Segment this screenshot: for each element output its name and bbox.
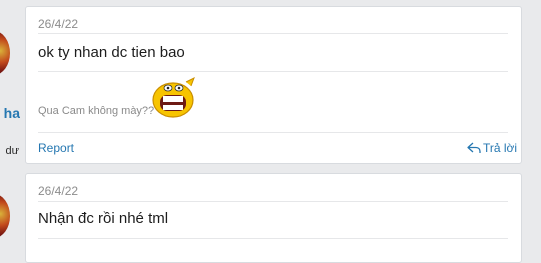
report-link[interactable]: Report — [38, 141, 74, 155]
laughing-face-icon — [152, 76, 195, 118]
post-author-column: ha dư — [0, 0, 24, 170]
signature: Qua Cam không mày?? — [38, 105, 155, 117]
divider — [38, 33, 508, 34]
page-margin — [524, 0, 541, 250]
author-name[interactable]: ha — [0, 105, 20, 121]
reply-button[interactable]: Trả lời — [467, 141, 517, 155]
post-date[interactable]: 26/4/22 — [38, 184, 78, 198]
post-body: Nhận đc rồi nhé tml — [38, 210, 169, 227]
signature-divider — [38, 238, 508, 239]
post-body: ok ty nhan dc tien bao — [38, 44, 185, 61]
avatar[interactable] — [0, 194, 10, 238]
footer-divider — [38, 132, 508, 133]
author-title: dư — [5, 145, 19, 157]
reply-label: Trả lời — [483, 141, 518, 155]
divider — [38, 201, 508, 202]
avatar[interactable] — [0, 31, 10, 75]
post-date[interactable]: 26/4/22 — [38, 17, 78, 31]
reply-arrow-icon — [467, 142, 481, 153]
signature-divider — [38, 71, 508, 72]
post-card: 26/4/22 ok ty nhan dc tien bao Qua Cam k… — [25, 6, 522, 164]
post-author-column — [0, 170, 24, 250]
